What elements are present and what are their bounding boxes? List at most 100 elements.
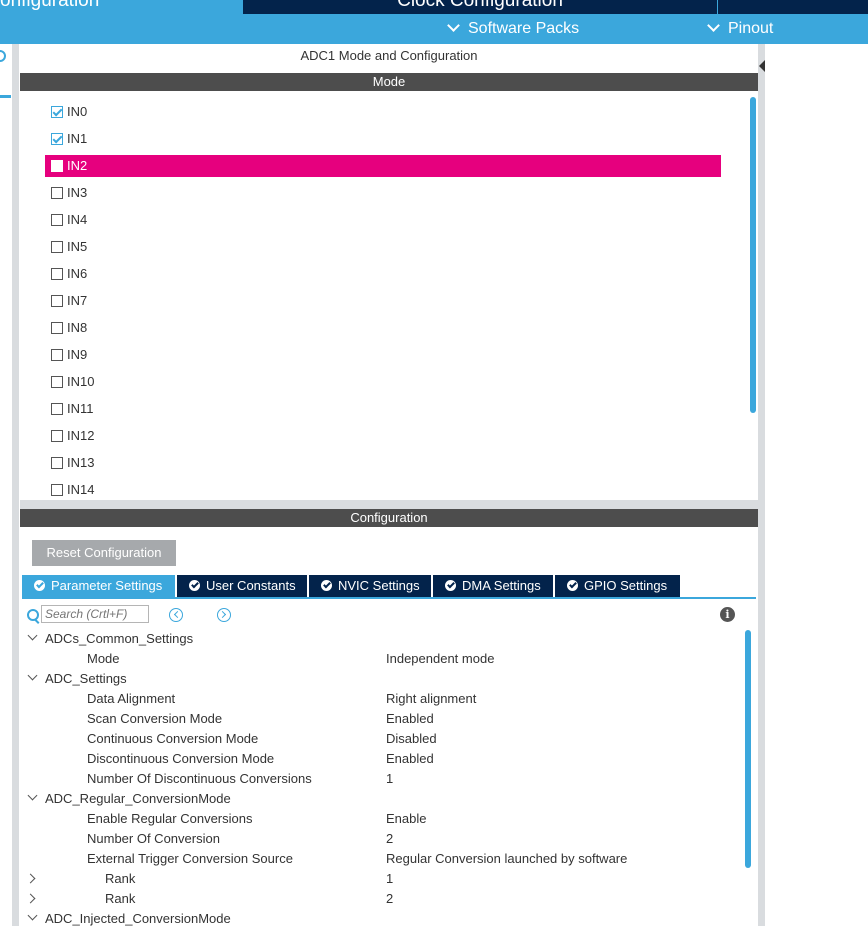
mode-item[interactable]: IN11 [45,398,721,420]
mode-item[interactable]: IN12 [45,425,721,447]
mode-checkbox[interactable] [51,214,63,226]
software-packs-menu[interactable]: Software Packs [447,14,579,44]
parameter-value[interactable]: Independent mode [386,649,494,669]
mode-checkbox[interactable] [51,268,63,280]
parameter-row[interactable]: Data Alignment Right alignment [20,689,742,709]
mode-checkbox[interactable] [51,376,63,388]
mode-item[interactable]: IN14 [45,479,721,500]
mode-checkbox[interactable] [51,241,63,253]
parameter-row[interactable]: Discontinuous Conversion Mode Enabled [20,749,742,769]
pinout-menu[interactable]: Pinout [707,14,773,44]
parameter-name: Number Of Discontinuous Conversions [87,771,312,786]
tab-project-manager[interactable] [718,0,868,14]
mode-checkbox[interactable] [51,484,63,496]
mode-item[interactable]: IN6 [45,263,721,285]
tab-clock-configuration[interactable]: Clock Configuration [243,0,717,14]
parameter-row[interactable]: External Trigger Conversion Source Regula… [20,849,742,869]
mode-item[interactable]: IN3 [45,182,721,204]
mode-checkbox[interactable] [51,295,63,307]
parameter-row[interactable]: Number Of Conversion 2 [20,829,742,849]
mode-item[interactable]: IN1 [45,128,721,150]
parameter-row[interactable]: Number Of Discontinuous Conversions 1 [20,769,742,789]
parameter-value[interactable]: Enable [386,809,426,829]
reset-configuration-button[interactable]: Reset Configuration [32,540,176,566]
mode-item[interactable]: IN10 [45,371,721,393]
mode-item[interactable]: IN13 [45,452,721,474]
parameter-value[interactable]: 2 [386,829,393,849]
mode-item[interactable]: IN5 [45,236,721,258]
search-next-icon[interactable] [217,608,231,622]
left-panel-edge [0,44,12,926]
tab-user-constants[interactable]: User Constants [177,575,307,597]
chevron-down-icon[interactable] [27,630,38,641]
parameter-group-row[interactable]: ADC_Injected_ConversionMode [20,909,742,926]
tab-parameter-settings[interactable]: Parameter Settings [22,575,175,597]
mode-list-scrollbar[interactable] [750,97,756,413]
mode-checkbox[interactable] [51,322,63,334]
collapse-arrow-icon[interactable] [759,60,765,72]
tab-dma-settings[interactable]: DMA Settings [433,575,553,597]
parameter-row[interactable]: Scan Conversion Mode Enabled [20,709,742,729]
mode-checkbox[interactable] [51,430,63,442]
mode-item-label: IN13 [67,455,95,470]
parameter-group-row[interactable]: ADC_Regular_ConversionMode [20,789,742,809]
parameter-name: Mode [87,651,120,666]
left-splitter[interactable] [12,44,19,926]
parameter-row[interactable]: Rank 2 [20,889,742,909]
parameter-row[interactable]: Enable Regular Conversions Enable [20,809,742,829]
tab-pinout-configuration[interactable]: onfiguration [0,0,242,14]
check-circle-icon [321,580,332,591]
mode-checkbox[interactable] [51,133,63,145]
parameter-scrollbar[interactable] [745,630,751,868]
parameter-name: Number Of Conversion [87,831,220,846]
parameter-value[interactable]: Regular Conversion launched by software [386,849,627,869]
chevron-down-icon[interactable] [27,910,38,921]
info-icon[interactable]: i [720,607,735,622]
tab-label: User Constants [206,578,296,593]
tab-underline [22,597,756,599]
mode-item-label: IN5 [67,239,88,254]
parameter-value[interactable]: Disabled [386,729,437,749]
parameter-value[interactable]: 1 [386,869,393,889]
section-splitter[interactable] [20,500,758,509]
mode-checkbox[interactable] [51,187,63,199]
mode-checkbox[interactable] [51,106,63,118]
chevron-down-icon [447,19,460,32]
parameter-row[interactable]: Continuous Conversion Mode Disabled [20,729,742,749]
mode-checkbox[interactable] [51,160,63,172]
mode-item[interactable]: IN4 [45,209,721,231]
parameter-name: Data Alignment [87,691,176,706]
mode-checkbox[interactable] [51,403,63,415]
mode-checkbox[interactable] [51,457,63,469]
parameter-group-row[interactable]: ADC_Settings [20,669,742,689]
parameter-group-row[interactable]: ADCs_Common_Settings [20,629,742,649]
mode-item[interactable]: IN8 [45,317,721,339]
parameter-value[interactable]: Enabled [386,709,434,729]
parameter-name: Enable Regular Conversions [87,811,253,826]
mode-item[interactable]: IN7 [45,290,721,312]
tab-gpio-settings[interactable]: GPIO Settings [555,575,680,597]
parameter-value[interactable]: Enabled [386,749,434,769]
search-previous-icon[interactable] [169,608,183,622]
chevron-right-icon[interactable] [25,893,36,904]
parameter-value[interactable]: Right alignment [386,689,476,709]
chevron-down-icon[interactable] [27,670,38,681]
search-input[interactable] [41,605,149,623]
parameter-value[interactable]: 1 [386,769,393,789]
tab-nvic-settings[interactable]: NVIC Settings [309,575,431,597]
chevron-down-icon[interactable] [27,790,38,801]
mode-item-label: IN8 [67,320,88,335]
mode-item[interactable]: IN0 [45,101,721,123]
right-splitter[interactable] [758,44,765,926]
parameter-tree: ADCs_Common_Settings Mode Independent mode… [20,629,742,926]
mode-checkbox[interactable] [51,349,63,361]
mode-item[interactable]: IN2 [45,155,721,177]
parameter-row[interactable]: Mode Independent mode [20,649,742,669]
mode-item-label: IN2 [67,158,88,173]
mode-list: IN0 IN1 IN2 IN3 IN4 IN5 IN6 IN7 IN8 IN9 IN10 IN11 IN… [20,92,758,500]
parameter-row[interactable]: Rank 1 [20,869,742,889]
check-circle-icon [189,580,200,591]
mode-item[interactable]: IN9 [45,344,721,366]
chevron-right-icon[interactable] [25,873,36,884]
parameter-value[interactable]: 2 [386,889,393,909]
